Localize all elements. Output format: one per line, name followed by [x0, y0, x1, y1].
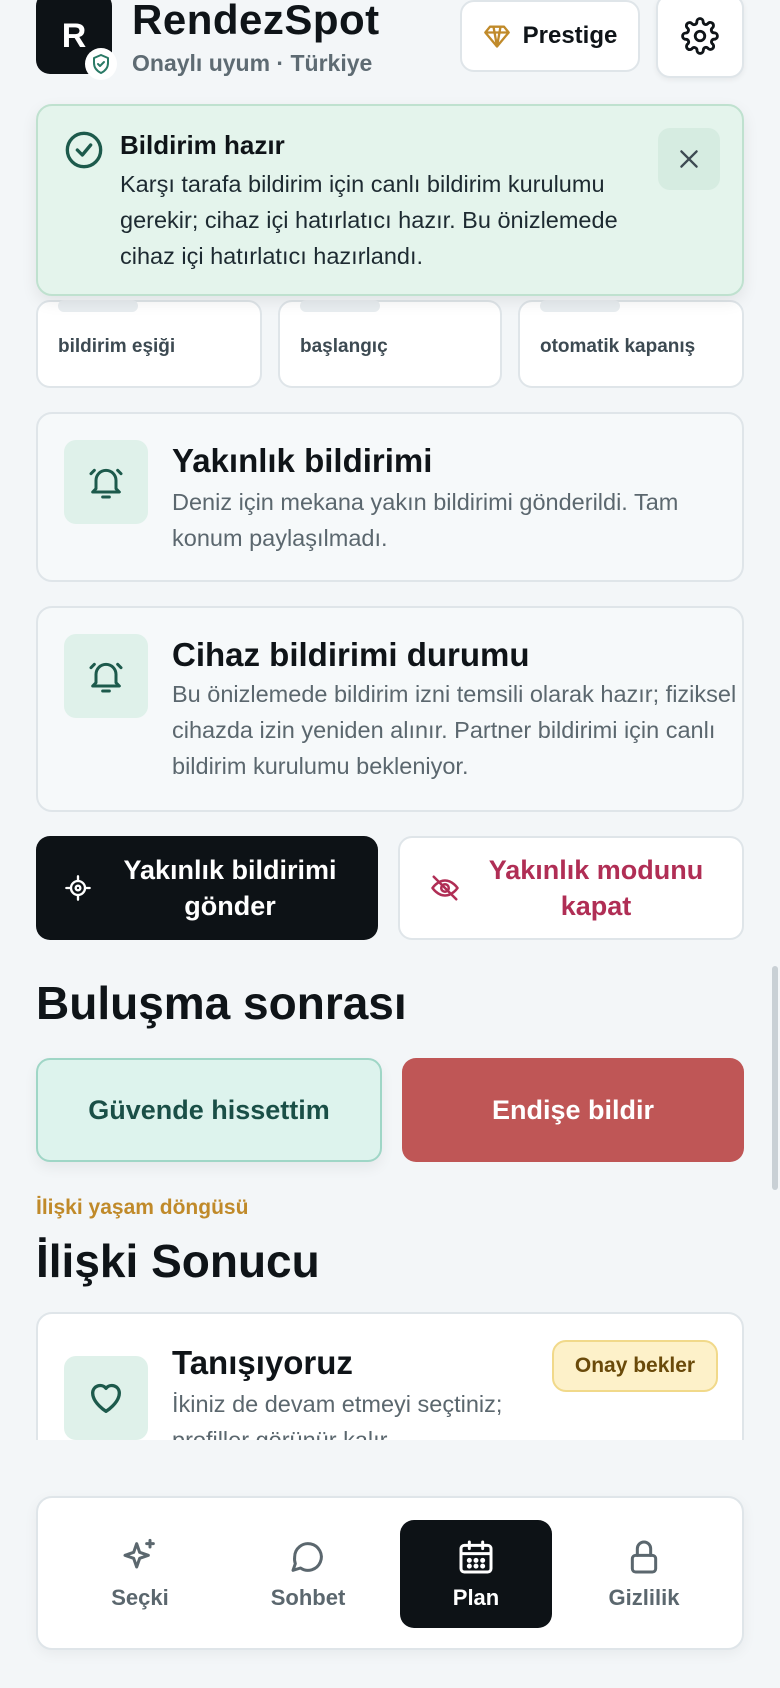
lock-icon	[630, 1540, 658, 1574]
nav-item-gizlilik[interactable]: Gizlilik	[568, 1520, 720, 1628]
card-text: Deniz için mekana yakın bildirimi gönder…	[172, 489, 679, 551]
card-title: Cihaz bildirimi durumu	[172, 636, 530, 673]
toast-title: Bildirim hazır	[120, 130, 285, 160]
metric-label: bildirim eşiği	[58, 336, 176, 357]
diamond-icon	[483, 25, 510, 48]
disable-proximity-button[interactable]: Yakınlık modunu kapat	[398, 836, 744, 940]
close-icon	[680, 150, 698, 168]
card-title: Yakınlık bildirimi	[172, 442, 433, 479]
relationship-title: İlişki Sonucu	[36, 1235, 320, 1287]
nav-label: Seçki	[111, 1585, 169, 1610]
status-badge: Onay bekler	[552, 1340, 718, 1392]
metric-label: başlangıç	[300, 336, 388, 357]
send-proximity-label: Yakınlık bildirimi gönder	[123, 855, 337, 921]
nav-item-secki[interactable]: Seçki	[64, 1520, 216, 1628]
proximity-notification-card: Yakınlık bildirimi Deniz için mekana yak…	[36, 412, 744, 582]
device-notification-card: Cihaz bildirimi durumu Bu önizlemede bil…	[36, 606, 744, 812]
notification-toast: Bildirim hazır Karşı tarafa bildirim içi…	[36, 104, 744, 296]
gear-icon	[681, 17, 719, 55]
heart-icon	[64, 1356, 148, 1440]
nav-label: Sohbet	[270, 1585, 346, 1610]
metric-label: otomatik kapanış	[540, 336, 696, 357]
eye-off-icon	[431, 875, 459, 901]
scrollbar[interactable]	[772, 966, 778, 1190]
check-circle-icon	[64, 130, 104, 175]
prestige-button[interactable]: Prestige	[460, 0, 640, 72]
bell-icon	[64, 440, 148, 524]
bottom-nav: Seçki Sohbet Plan Gizlilik	[36, 1496, 744, 1650]
sparkle-icon	[123, 1538, 155, 1569]
status-title: Tanışıyoruz	[172, 1344, 353, 1381]
nav-label: Plan	[452, 1585, 500, 1610]
bell-icon	[64, 634, 148, 718]
felt-safe-button[interactable]: Güvende hissettim	[36, 1058, 382, 1162]
metric-card-threshold: bildirim eşiği	[36, 300, 262, 388]
chat-icon	[291, 1542, 323, 1572]
crosshair-icon	[65, 875, 91, 901]
toast-close-button[interactable]	[658, 128, 720, 190]
after-meeting-title: Buluşma sonrası	[36, 977, 407, 1029]
nav-item-plan[interactable]: Plan	[400, 1520, 552, 1628]
settings-button[interactable]	[656, 0, 744, 78]
metric-card-autoclose: otomatik kapanış	[518, 300, 744, 388]
prestige-label: Prestige	[522, 22, 618, 49]
nav-label: Gizlilik	[608, 1585, 680, 1610]
verified-shield-icon	[85, 48, 117, 80]
report-concern-button[interactable]: Endişe bildir	[402, 1058, 744, 1162]
logo-letter: R	[61, 16, 87, 55]
lifecycle-eyebrow: İlişki yaşam döngüsü	[36, 1196, 249, 1219]
metric-card-start: başlangıç	[278, 300, 502, 388]
toast-body: Karşı tarafa bildirim için canlı bildiri…	[120, 171, 618, 269]
send-proximity-button[interactable]: Yakınlık bildirimi gönder	[36, 836, 378, 940]
app-name: RendezSpot	[132, 0, 380, 43]
nav-item-sohbet[interactable]: Sohbet	[232, 1520, 384, 1628]
calendar-icon	[459, 1540, 493, 1574]
card-text: Bu önizlemede bildirim izni temsili olar…	[172, 681, 737, 779]
disable-proximity-label: Yakınlık modunu kapat	[488, 855, 704, 921]
app-subtitle: Onaylı uyum · Türkiye	[132, 50, 373, 76]
